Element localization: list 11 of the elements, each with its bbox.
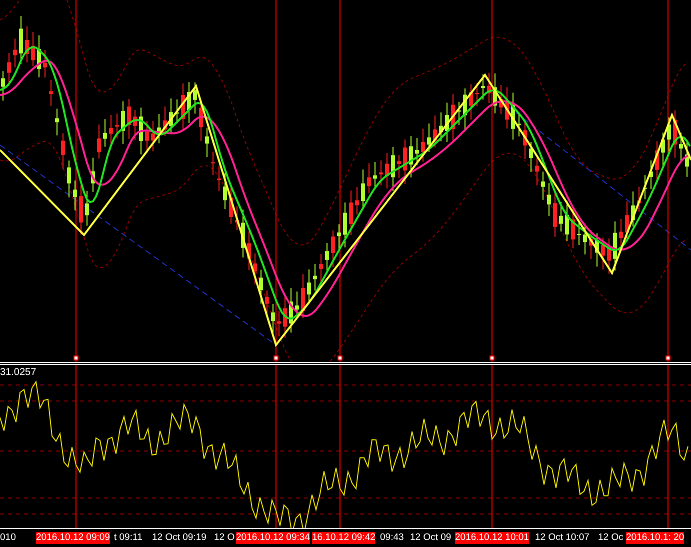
time-label: 16.10.12 09:42 [312,532,376,544]
marker-handle[interactable] [74,356,78,360]
marker-handle[interactable] [490,356,494,360]
time-label: 2016.10.1: 20 [626,532,684,544]
time-label: 2016.10.12 09:09 [36,532,110,544]
time-label: 2016.10.12 10:01 [455,532,529,544]
time-label: 2016.10.12 09:34 [236,532,310,544]
marker-handle[interactable] [274,356,278,360]
indicator-value: 31.0257 [0,367,36,378]
marker-handle[interactable] [666,356,670,360]
marker-handle[interactable] [338,356,342,360]
